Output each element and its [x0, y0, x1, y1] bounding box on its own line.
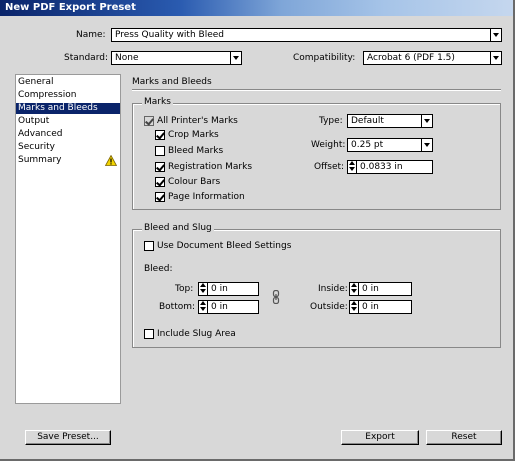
inside-label: Inside:	[318, 284, 348, 294]
type-select[interactable]: Default	[347, 114, 433, 128]
registration-marks-label: Registration Marks	[168, 162, 253, 172]
name-value: Press Quality with Bleed	[115, 30, 224, 40]
category-sidebar: General Compression Marks and Bleeds Out…	[15, 74, 121, 404]
chevron-down-icon[interactable]	[490, 52, 501, 64]
standard-select[interactable]: None	[111, 51, 242, 65]
bleed-marks-label: Bleed Marks	[168, 146, 224, 156]
bottom-stepper[interactable]	[199, 301, 208, 313]
colour-bars-checkbox[interactable]	[155, 177, 165, 187]
offset-stepper[interactable]	[348, 161, 357, 173]
compatibility-label: Compatibility:	[293, 53, 356, 63]
inside-value: 0 in	[362, 284, 379, 294]
bleed-slug-group-label: Bleed and Slug	[142, 223, 214, 233]
registration-marks-checkbox[interactable]	[155, 162, 165, 172]
sidebar-item-label: General	[18, 77, 54, 87]
marks-group-label: Marks	[142, 97, 173, 107]
export-button[interactable]: Export	[341, 430, 419, 445]
include-slug-checkbox[interactable]	[144, 329, 154, 339]
sidebar-item-label: Summary	[18, 155, 62, 165]
inside-stepper[interactable]	[350, 283, 359, 295]
sidebar-item-label: Security	[18, 142, 55, 152]
compatibility-value: Acrobat 6 (PDF 1.5)	[367, 53, 455, 63]
use-document-bleed-label: Use Document Bleed Settings	[157, 241, 292, 251]
sidebar-item-compression[interactable]: Compression	[16, 90, 120, 101]
export-preset-dialog: New PDF Export Preset Name: Press Qualit…	[0, 0, 515, 461]
sidebar-item-marks-and-bleeds[interactable]: Marks and Bleeds	[16, 103, 120, 114]
offset-field[interactable]: 0.0833 in	[347, 160, 433, 174]
panel-title: Marks and Bleeds	[132, 77, 212, 87]
name-label: Name:	[76, 30, 106, 40]
top-field[interactable]: 0 in	[198, 282, 259, 296]
top-value: 0 in	[211, 284, 228, 294]
page-information-checkbox[interactable]	[155, 192, 165, 202]
sidebar-item-label: Marks and Bleeds	[18, 103, 98, 113]
outside-field[interactable]: 0 in	[349, 300, 412, 314]
save-preset-button[interactable]: Save Preset...	[25, 430, 111, 445]
title-bar[interactable]: New PDF Export Preset	[0, 0, 513, 16]
include-slug-label: Include Slug Area	[157, 329, 236, 339]
inside-field[interactable]: 0 in	[349, 282, 412, 296]
bottom-label: Bottom:	[159, 302, 196, 312]
bleed-marks-checkbox[interactable]	[155, 146, 165, 156]
use-document-bleed-checkbox[interactable]	[144, 241, 154, 251]
sidebar-item-advanced[interactable]: Advanced	[16, 129, 120, 140]
weight-label: Weight:	[311, 140, 346, 150]
outside-label: Outside:	[310, 302, 348, 312]
name-field[interactable]: Press Quality with Bleed	[111, 28, 502, 42]
bottom-value: 0 in	[211, 302, 228, 312]
reset-button[interactable]: Reset	[426, 430, 502, 445]
all-printers-marks-label: All Printer's Marks	[157, 116, 238, 126]
weight-value: 0.25 pt	[351, 140, 384, 150]
standard-value: None	[115, 53, 139, 63]
top-label: Top:	[175, 284, 194, 294]
outside-value: 0 in	[362, 302, 379, 312]
chevron-down-icon[interactable]	[421, 115, 432, 127]
chevron-down-icon[interactable]	[490, 29, 501, 41]
weight-select[interactable]: 0.25 pt	[347, 138, 433, 152]
offset-value: 0.0833 in	[360, 162, 403, 172]
link-chain-icon[interactable]	[271, 290, 281, 304]
chevron-down-icon[interactable]	[421, 139, 432, 151]
crop-marks-label: Crop Marks	[168, 130, 219, 140]
top-stepper[interactable]	[199, 283, 208, 295]
sidebar-item-label: Compression	[18, 90, 77, 100]
all-printers-marks-checkbox[interactable]	[144, 116, 154, 126]
warning-icon	[105, 155, 117, 166]
outside-stepper[interactable]	[350, 301, 359, 313]
compatibility-select[interactable]: Acrobat 6 (PDF 1.5)	[363, 51, 502, 65]
bottom-field[interactable]: 0 in	[198, 300, 259, 314]
window-title: New PDF Export Preset	[5, 2, 136, 13]
sidebar-item-general[interactable]: General	[16, 77, 120, 88]
chevron-down-icon[interactable]	[230, 52, 241, 64]
sidebar-item-label: Output	[18, 116, 50, 126]
sidebar-item-security[interactable]: Security	[16, 142, 120, 153]
sidebar-item-summary[interactable]: Summary	[16, 155, 120, 166]
crop-marks-checkbox[interactable]	[155, 130, 165, 140]
sidebar-item-output[interactable]: Output	[16, 116, 120, 127]
colour-bars-label: Colour Bars	[168, 177, 221, 187]
standard-label: Standard:	[64, 53, 108, 63]
sidebar-item-label: Advanced	[18, 129, 63, 139]
type-value: Default	[351, 116, 384, 126]
offset-label: Offset:	[314, 162, 345, 172]
panel-title-divider	[132, 89, 501, 91]
type-label: Type:	[319, 116, 343, 126]
page-information-label: Page Information	[168, 192, 245, 202]
bleed-label: Bleed:	[144, 264, 173, 274]
